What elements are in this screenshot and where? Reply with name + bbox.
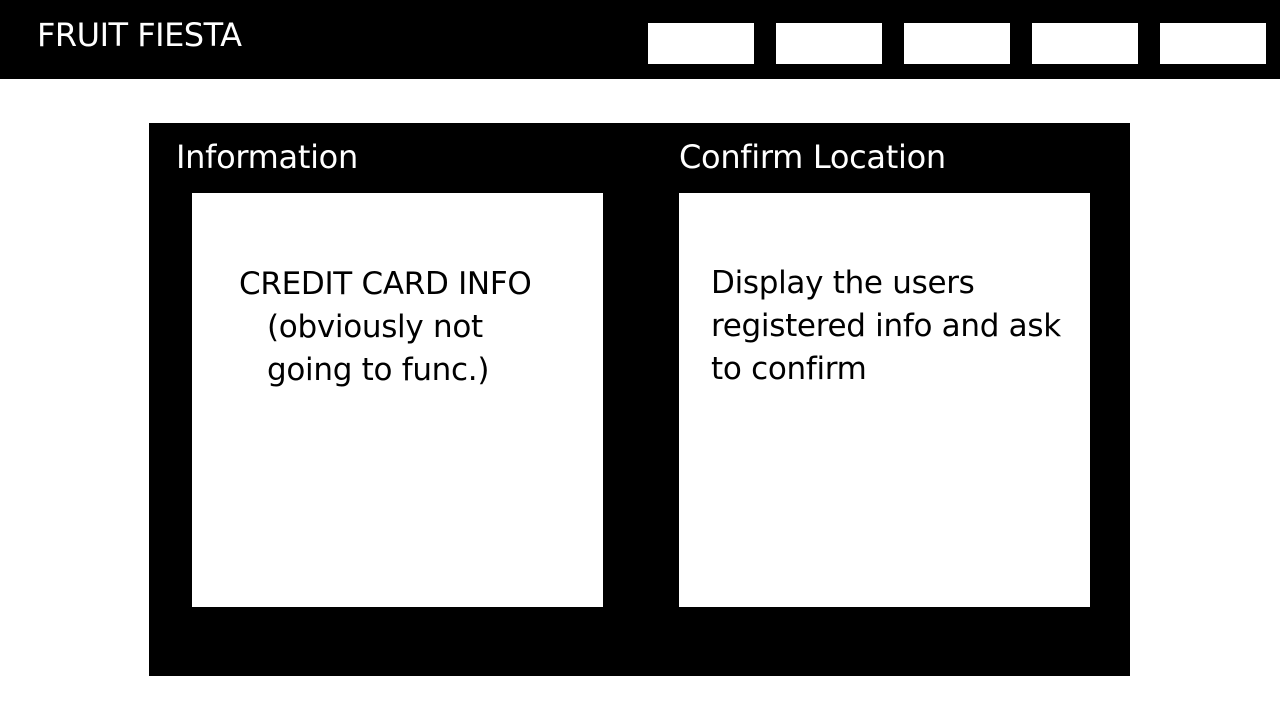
nav-button-5[interactable] <box>1160 23 1266 64</box>
nav-button-2[interactable] <box>776 23 882 64</box>
confirm-location-line-1: Display the users <box>711 265 975 301</box>
site-title: FRUIT FIESTA <box>37 16 242 54</box>
credit-card-info-line-3: going to func.) <box>267 352 490 388</box>
top-navigation-bar: FRUIT FIESTA <box>0 0 1280 79</box>
information-section-title: Information <box>176 138 358 176</box>
credit-card-info-card[interactable]: CREDIT CARD INFO (obviously not going to… <box>192 193 603 607</box>
nav-button-4[interactable] <box>1032 23 1138 64</box>
nav-button-1[interactable] <box>648 23 754 64</box>
confirm-location-line-3: to confirm <box>711 351 867 387</box>
confirm-location-section-title: Confirm Location <box>679 138 946 176</box>
confirm-location-card[interactable]: Display the users registered info and as… <box>679 193 1090 607</box>
credit-card-info-line-1: CREDIT CARD INFO <box>239 266 532 302</box>
nav-button-3[interactable] <box>904 23 1010 64</box>
confirm-location-line-2: registered info and ask <box>711 308 1061 344</box>
credit-card-info-line-2: (obviously not <box>267 309 483 345</box>
